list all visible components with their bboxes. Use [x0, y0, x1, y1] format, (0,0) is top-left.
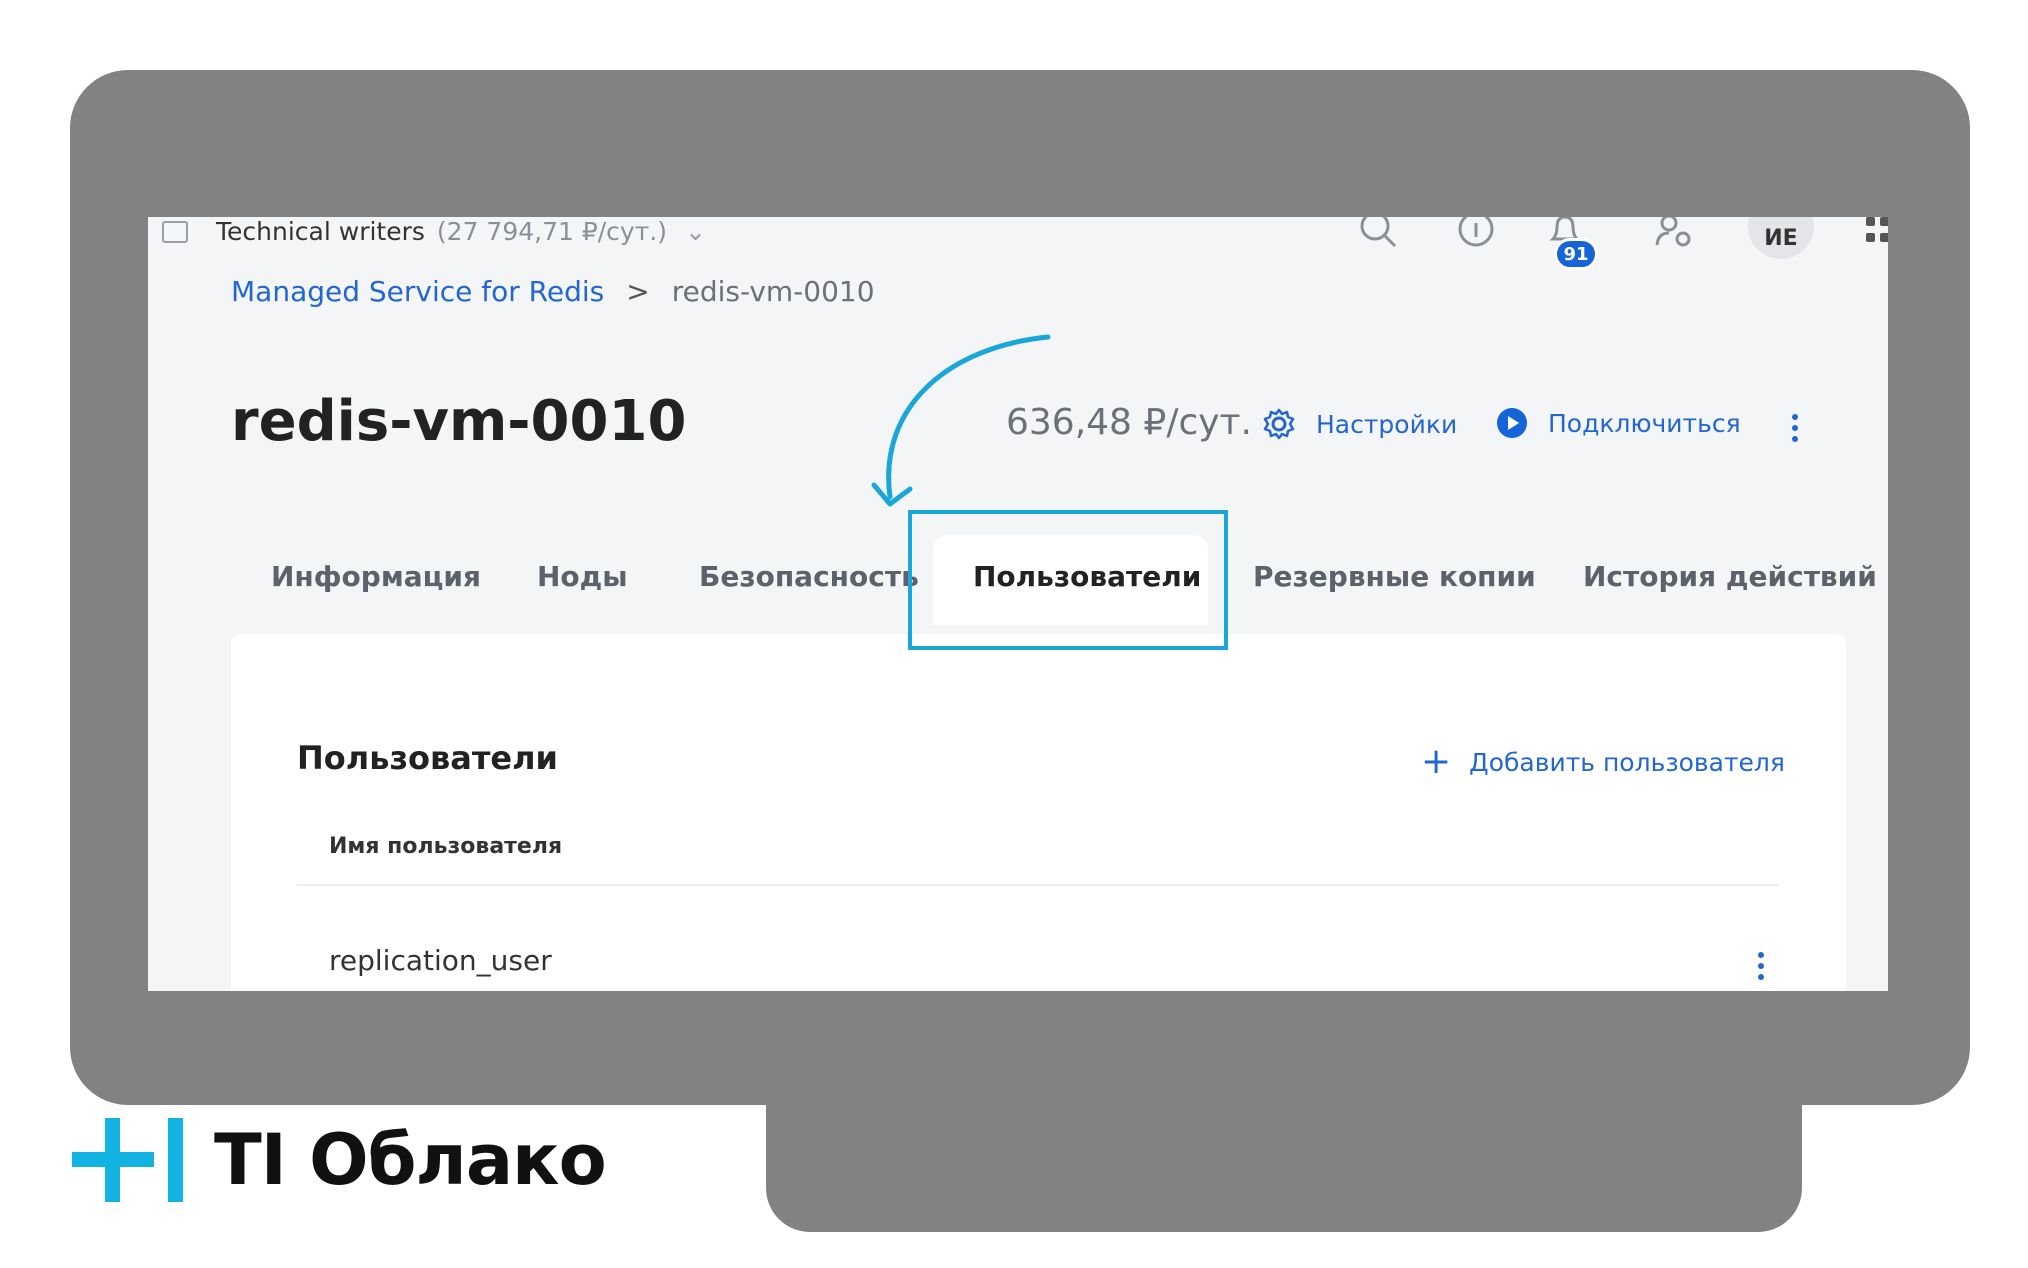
gray-frame-tab [766, 1040, 1802, 1232]
brand-logo: TI Облако [72, 1118, 607, 1202]
pointer-arrow-icon [871, 334, 1051, 507]
logo-mark-icon [72, 1118, 190, 1202]
logo-text: TI Облако [214, 1119, 607, 1201]
frame-notch-right [1802, 1105, 2028, 1268]
screenshot-area: Technical writers (27 794,71 ₽/сут.) ⌄ 91… [148, 217, 1888, 991]
